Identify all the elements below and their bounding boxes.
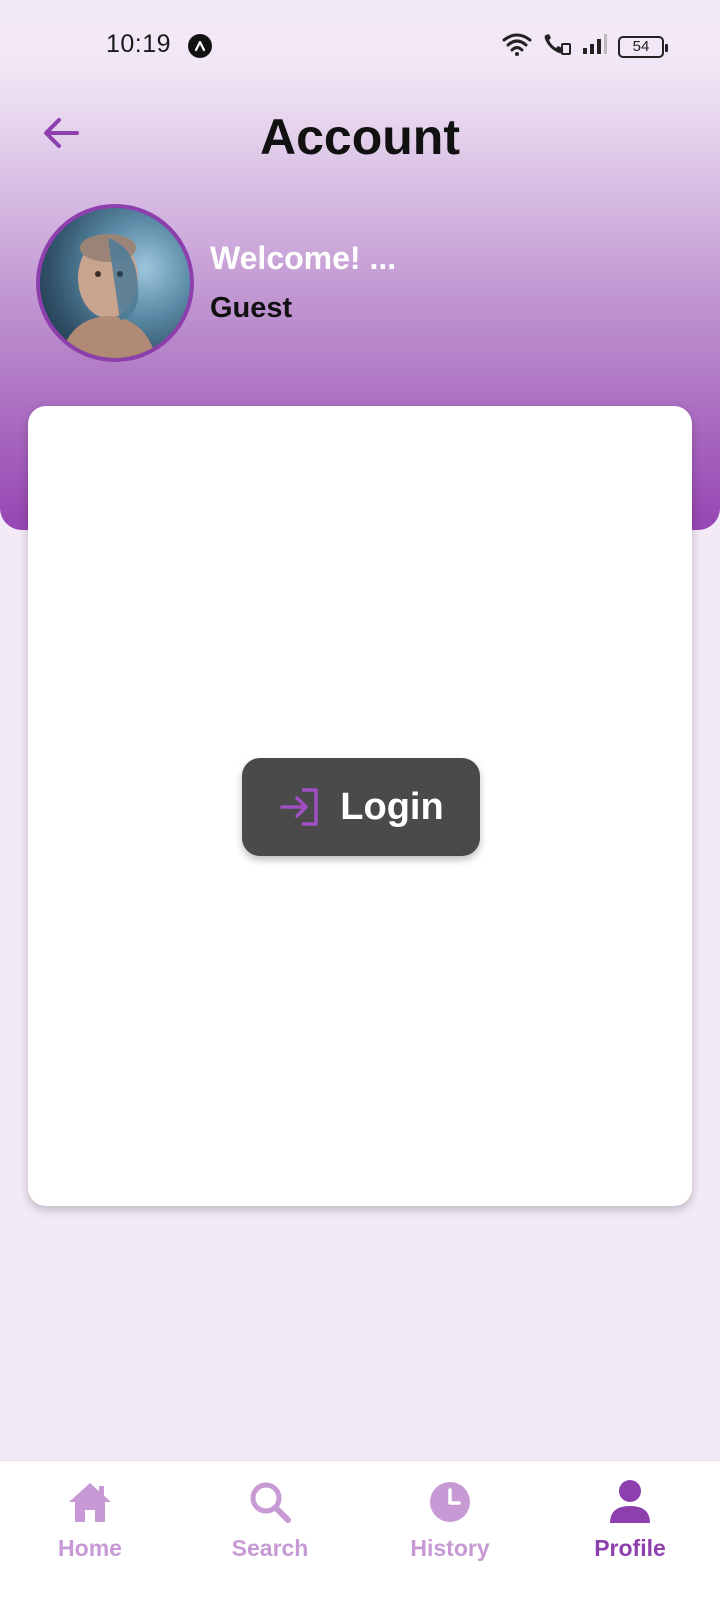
bottom-navigation: Home Search History Profile [0,1460,720,1600]
login-icon [280,788,319,826]
nav-item-history[interactable]: History [360,1461,540,1600]
page-title: Account [260,109,460,165]
nav-label-home: Home [58,1535,122,1561]
home-icon [65,1477,115,1527]
status-icons: 54 [502,32,668,61]
wifi-icon [502,32,532,61]
user-name: Guest [210,292,293,324]
status-time: 10:19 [106,30,172,58]
nav-item-search[interactable]: Search [180,1461,360,1600]
search-icon [245,1477,295,1527]
nav-item-profile[interactable]: Profile [540,1461,720,1600]
login-label: Login [340,785,444,828]
nav-item-home[interactable]: Home [0,1461,180,1600]
welcome-text: Welcome! ... [210,240,397,276]
status-bar: 10:19 54 [0,0,720,90]
nav-label-history: History [410,1535,490,1561]
clock-icon [425,1477,475,1527]
user-avatar-icon [60,234,156,358]
avatar [36,204,194,362]
signal-icon [582,33,608,60]
wifi-calling-icon [542,32,572,61]
login-button[interactable]: Login [242,758,480,856]
battery-indicator: 54 [618,35,668,58]
person-icon [605,1477,655,1527]
navigation-notification-icon [188,34,212,58]
nav-label-profile: Profile [594,1535,666,1561]
nav-label-search: Search [231,1535,309,1561]
